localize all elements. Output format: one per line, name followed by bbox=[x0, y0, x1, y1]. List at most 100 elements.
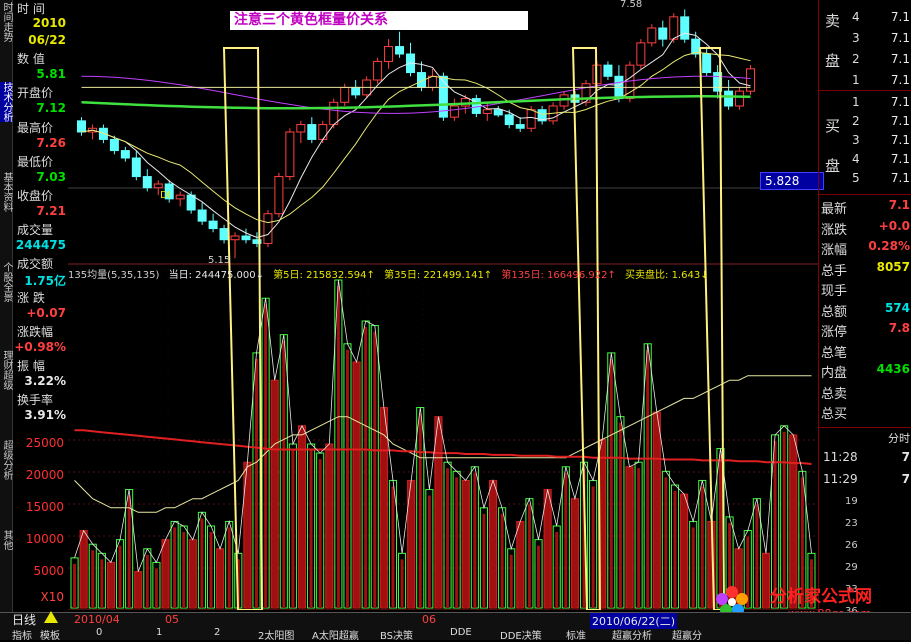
candle-body bbox=[131, 157, 141, 178]
kline-chart[interactable]: 7.58 5.15 DI bbox=[68, 0, 818, 610]
volume-bar-fill bbox=[564, 472, 568, 608]
indicator-tab[interactable]: 超赢分析 bbox=[612, 627, 652, 642]
indicator-tab[interactable]: BS决策 bbox=[380, 627, 413, 642]
volume-bar-fill bbox=[100, 559, 104, 608]
volume-bar-fill bbox=[446, 468, 450, 608]
period-label[interactable]: 日线 bbox=[12, 611, 36, 628]
low-value: 7.03 bbox=[36, 170, 66, 184]
volume-bar-fill bbox=[491, 486, 495, 608]
candle-body bbox=[735, 90, 745, 107]
volume-bar-fill bbox=[191, 545, 195, 608]
close-value: 7.21 bbox=[36, 204, 66, 218]
indicator-tab[interactable]: DDE决策 bbox=[500, 627, 542, 642]
indicator-tab[interactable]: 超赢分 bbox=[672, 627, 702, 642]
period-dropdown-icon[interactable] bbox=[44, 611, 58, 623]
ytick-15000: 15000 bbox=[25, 500, 64, 514]
volume-bar-fill bbox=[409, 486, 413, 608]
volume-bar-fill bbox=[345, 349, 349, 608]
volume-bar-fill bbox=[573, 504, 577, 608]
candle-body bbox=[285, 131, 295, 178]
volume-value: 244475 bbox=[15, 238, 66, 252]
value-value: 5.81 bbox=[36, 67, 66, 81]
candle-body bbox=[274, 176, 284, 215]
candle-body bbox=[76, 120, 86, 133]
buy-label-2: 盘 bbox=[825, 157, 841, 175]
bottom-bar: 日线 2010/04 05 06 2010/06/22(二) 指标 模板 0 1 2 2太… bbox=[0, 611, 911, 642]
volume-bar-fill bbox=[391, 486, 395, 608]
sell-price: 7.1 bbox=[890, 73, 910, 87]
divider bbox=[819, 427, 911, 428]
amount-value: 1.75亿 bbox=[24, 274, 66, 288]
volume-bar-fill bbox=[209, 532, 213, 608]
indicator-tab[interactable]: 模板 bbox=[40, 627, 60, 642]
date-label-may: 05 bbox=[165, 613, 179, 626]
indicator-tab[interactable]: 1 bbox=[156, 627, 162, 638]
volume-bar-fill bbox=[164, 545, 168, 608]
stat-label: 总笔 bbox=[821, 345, 848, 361]
tab-finance[interactable]: 理财超级 bbox=[0, 350, 12, 390]
buy-label-1: 买 bbox=[825, 117, 841, 135]
buy-level: 2 bbox=[852, 114, 860, 128]
tab-super-analysis[interactable]: 超级分析 bbox=[0, 440, 12, 480]
volume-bar-fill bbox=[364, 327, 368, 608]
indicator-tab[interactable]: A太阳超赢 bbox=[312, 627, 359, 642]
volume-bar-fill bbox=[637, 468, 641, 608]
stat-label: 总手 bbox=[821, 263, 848, 279]
indicator-tab[interactable]: 标准 bbox=[566, 627, 586, 642]
ytick-25000: 25000 bbox=[25, 436, 64, 450]
volume-bar-fill bbox=[309, 450, 313, 608]
indicator-tab[interactable]: 2 bbox=[214, 627, 220, 638]
volume-indicator-title[interactable]: 135均量(5,35,135) bbox=[68, 270, 159, 280]
indicator-tab[interactable]: 0 bbox=[96, 627, 102, 638]
sell-label-1: 卖 bbox=[825, 12, 841, 30]
volume-bar-fill bbox=[136, 577, 140, 608]
price-ma60-line bbox=[81, 75, 751, 114]
indicator-tab[interactable]: 2太阳图 bbox=[258, 627, 294, 642]
tab-overview[interactable]: 个股全景 bbox=[0, 262, 12, 302]
candle-body bbox=[230, 235, 240, 241]
indicator-tab[interactable]: DDE bbox=[450, 627, 472, 638]
stat-label: 现手 bbox=[821, 284, 848, 299]
indicator-tab[interactable]: 指标 bbox=[12, 627, 32, 642]
tick-price: 7 bbox=[901, 450, 910, 464]
order-book-panel: 卖 盘 4 7.1 3 7.1 2 7.1 1 7.1 买 盘 1 7.1 2 7.1 3 7.1 4 7.… bbox=[818, 0, 911, 639]
candle-body bbox=[329, 101, 339, 126]
tab-technical-analysis[interactable]: 技术分析 bbox=[0, 82, 12, 122]
candle-body bbox=[197, 209, 207, 222]
tab-basic-info[interactable]: 基本资料 bbox=[0, 172, 12, 212]
buy-level: 1 bbox=[852, 95, 860, 109]
candlestick-series bbox=[76, 9, 756, 259]
sell-level: 1 bbox=[852, 73, 860, 87]
tab-time-trend[interactable]: 时间走势 bbox=[0, 2, 12, 42]
volume-bar-fill bbox=[91, 550, 95, 608]
notice-banner: 注意三个黄色框量价关系 bbox=[230, 11, 528, 30]
candle-body bbox=[318, 124, 328, 140]
volume-bar-fill bbox=[282, 340, 286, 608]
high-value: 7.26 bbox=[36, 136, 66, 150]
candle-body bbox=[395, 46, 405, 55]
stat-value: 574 bbox=[884, 300, 910, 315]
volume-y-axis: 25000 20000 15000 10000 5000 X10 bbox=[13, 430, 68, 610]
candle-body bbox=[504, 114, 514, 126]
stat-label: 内盘 bbox=[821, 366, 848, 381]
tick-second: 23 bbox=[845, 518, 858, 529]
volume-bar-fill bbox=[227, 527, 231, 608]
date-label-apr: 2010/04 bbox=[74, 613, 120, 626]
tick-header[interactable]: 分时 bbox=[888, 430, 910, 446]
volume-bar-fill bbox=[273, 386, 277, 608]
buy-price: 7.1 bbox=[890, 152, 910, 166]
change-label: 涨 跌 bbox=[17, 291, 45, 305]
candle-body bbox=[658, 27, 668, 40]
divider bbox=[819, 194, 911, 195]
candle-body bbox=[636, 42, 646, 66]
volume-bar-fill bbox=[109, 568, 113, 608]
tick-price: 7 bbox=[901, 472, 910, 486]
divider bbox=[819, 90, 911, 91]
turnover-value: 3.91% bbox=[24, 408, 66, 422]
volume-bar-fill bbox=[218, 554, 222, 608]
volume-bar-fill bbox=[82, 536, 86, 608]
volume-bar-fill bbox=[318, 459, 322, 608]
candle-body bbox=[219, 228, 229, 241]
tab-other[interactable]: 其他 bbox=[0, 530, 12, 550]
candle-body bbox=[307, 124, 317, 140]
